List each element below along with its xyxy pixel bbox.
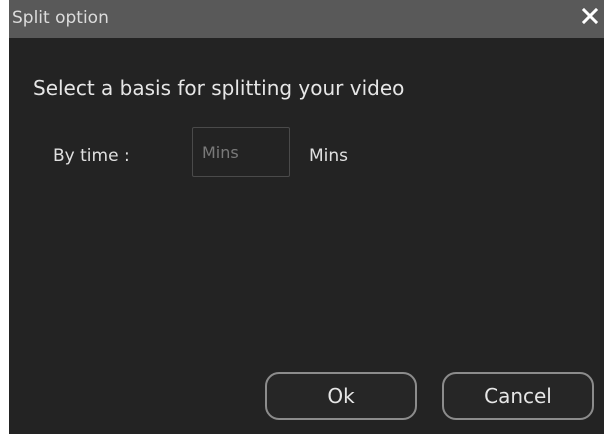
title-bar[interactable]: Split option xyxy=(9,0,604,38)
close-button[interactable] xyxy=(578,3,602,29)
close-icon xyxy=(581,7,599,25)
ok-button[interactable]: Ok xyxy=(265,372,417,420)
cancel-button[interactable]: Cancel xyxy=(442,372,594,420)
split-basis-prompt: Select a basis for splitting your video xyxy=(33,76,405,100)
minutes-input[interactable] xyxy=(192,127,290,177)
by-time-label: By time : xyxy=(53,146,130,166)
window-title: Split option xyxy=(12,8,109,28)
split-option-dialog: Split option Select a basis for splittin… xyxy=(9,0,604,434)
minutes-unit-label: Mins xyxy=(309,146,349,166)
